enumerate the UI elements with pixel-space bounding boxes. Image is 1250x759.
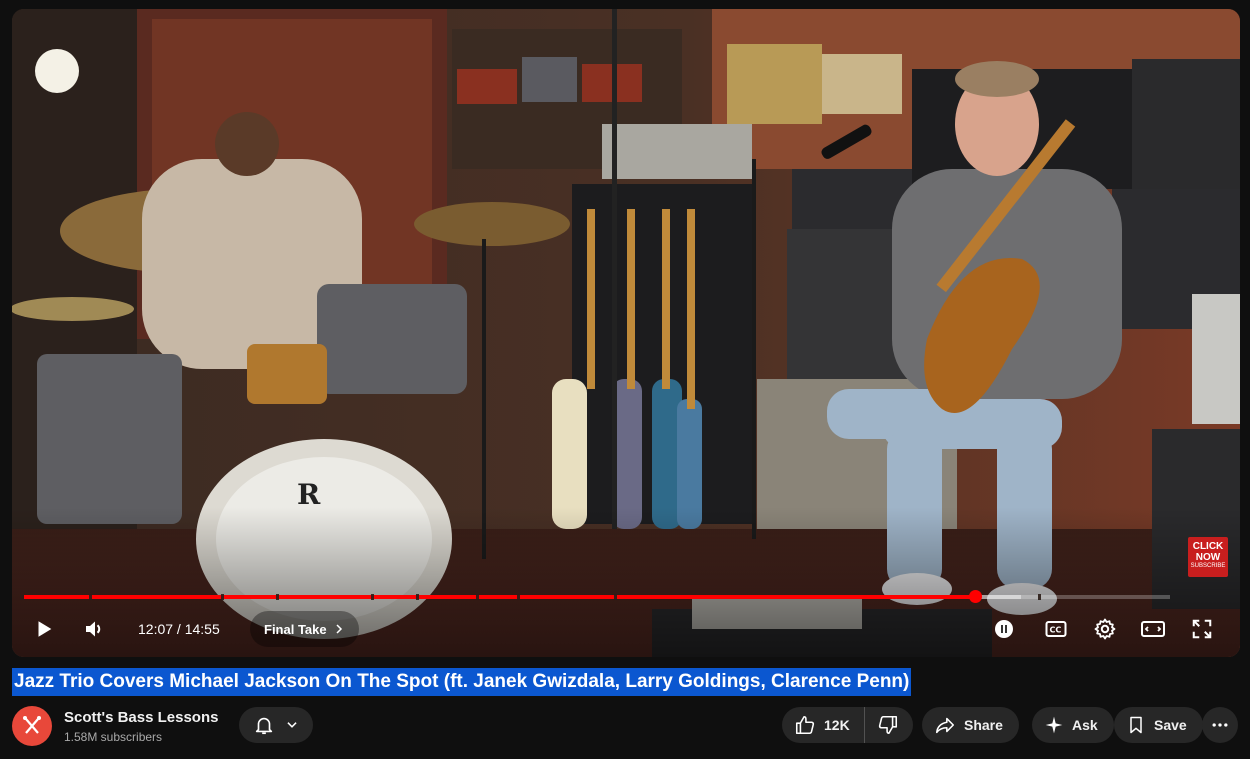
chapter-title: Final Take [264,621,327,637]
bookmark-icon [1130,716,1142,734]
video-title: Jazz Trio Covers Michael Jackson On The … [12,668,912,696]
settings-button[interactable] [1087,611,1123,647]
title-row: Jazz Trio Covers Michael Jackson On The … [12,668,912,696]
chapter-marker [276,594,280,600]
channel-avatar[interactable] [12,706,52,746]
ask-label: Ask [1072,717,1098,733]
captions-icon: CC [1045,621,1067,637]
like-count: 12K [824,717,850,733]
volume-icon [86,621,101,637]
progress-bar[interactable] [24,590,1170,603]
time-display: 12:07 / 14:55 [138,621,220,637]
subscribe-watermark[interactable]: CLICK NOW SUBSCRIBE [1188,537,1228,577]
share-icon [935,717,955,734]
share-button[interactable]: Share [922,707,1019,743]
video-frame[interactable]: R [12,9,1240,657]
gear-icon [1094,618,1116,640]
thumbs-up-icon [795,715,815,735]
video-player[interactable]: R CLICK NOW SUBSCRIBE 12:07 / 14:55 Fina… [12,9,1240,657]
fullscreen-button[interactable] [1184,611,1220,647]
owner-row: Scott's Bass Lessons 1.58M subscribers 1… [12,705,1238,747]
channel-name[interactable]: Scott's Bass Lessons [64,709,218,726]
bell-icon [255,717,273,735]
chapter-marker [371,594,375,600]
mute-button[interactable] [76,611,112,647]
ask-button[interactable]: Ask [1032,707,1114,743]
youtube-watch-page: R CLICK NOW SUBSCRIBE 12:07 / 14:55 Fina… [0,0,1250,759]
svg-text:CC: CC [1050,626,1062,635]
duration: 14:55 [184,621,220,637]
chapter-marker [614,594,618,600]
more-horizontal-icon [1212,723,1228,727]
more-actions-button[interactable] [1202,707,1238,743]
chevron-right-icon [336,624,342,634]
player-controls: 12:07 / 14:55 Final Take CC [12,609,1240,649]
chevron-down-icon [287,722,297,728]
chapter-marker [89,594,93,600]
captions-button[interactable]: CC [1038,611,1074,647]
time-separator: / [173,621,185,637]
channel-logo-icon [23,716,41,734]
thumbs-down-icon [878,715,897,735]
chapter-marker [415,594,419,600]
chapter-marker [221,594,225,600]
chapter-marker [475,594,479,600]
sparkle-icon [1045,716,1063,734]
svg-text:R: R [297,478,321,511]
notification-menu-button[interactable] [239,707,313,743]
current-time: 12:07 [138,621,174,637]
play-button[interactable] [26,611,62,647]
progress-played [24,595,976,599]
share-label: Share [964,717,1003,733]
dislike-button[interactable] [865,707,913,743]
like-button[interactable]: 12K [782,707,865,743]
theater-mode-icon [1141,621,1165,637]
like-dislike-group: 12K [782,707,913,743]
chapter-marker [516,594,520,600]
theater-mode-button[interactable] [1135,611,1171,647]
autoplay-toggle[interactable] [986,611,1022,647]
chapter-button[interactable]: Final Take [250,611,359,647]
save-button[interactable]: Save [1114,707,1203,743]
chapter-marker [1038,594,1042,600]
save-label: Save [1154,717,1187,733]
fullscreen-icon [1192,619,1212,639]
autoplay-toggle-icon [995,620,1013,638]
watermark-text: CLICK NOW [1192,541,1224,563]
play-icon [38,621,52,637]
subscriber-count: 1.58M subscribers [64,730,163,744]
watermark-subtext: SUBSCRIBE [1190,563,1226,569]
